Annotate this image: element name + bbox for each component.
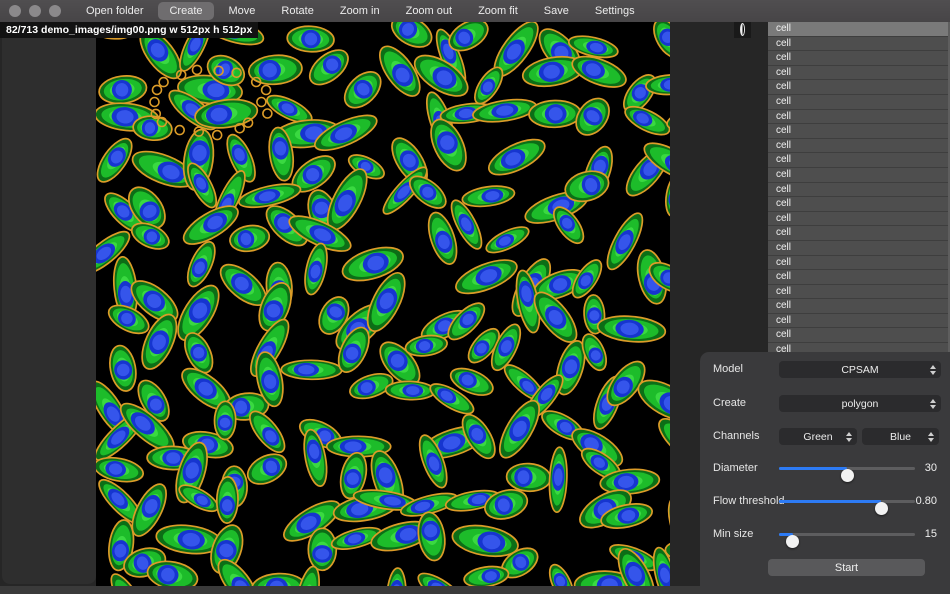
segmentation-panel: Model CPSAM Create polygon Channels Gree… [700, 352, 950, 594]
channel-1-select[interactable]: Green [779, 428, 857, 445]
flow-threshold-value: 0.80 [897, 495, 937, 507]
mask-list-item[interactable]: cell [768, 226, 950, 241]
toolbar: Open folderCreate MoveRotate Zoom inZoom o… [75, 2, 646, 20]
channel-2-value: Blue [890, 431, 911, 443]
flow-threshold-slider[interactable] [779, 500, 915, 503]
mask-list-item[interactable]: cell [768, 95, 950, 110]
model-select-value: CPSAM [841, 364, 878, 376]
model-select[interactable]: CPSAM [779, 361, 941, 378]
mask-list-item[interactable]: cell [768, 183, 950, 198]
diameter-slider-handle[interactable] [841, 469, 854, 482]
model-row: Model CPSAM [713, 361, 937, 378]
model-label: Model [713, 363, 743, 375]
zoom-window-button[interactable] [49, 5, 61, 17]
min-size-label: Min size [713, 528, 753, 540]
mask-list-item[interactable]: cell [768, 51, 950, 66]
updown-chevron-icon [930, 365, 936, 375]
diameter-row: Diameter 30 [713, 460, 937, 477]
flow-threshold-slider-handle[interactable] [875, 502, 888, 515]
toolbar-button-create[interactable]: Create [158, 2, 213, 20]
channels-row: Channels Green Blue [713, 428, 937, 445]
mask-list-item[interactable]: cell [768, 124, 950, 139]
contrast-toggle-button[interactable] [734, 21, 751, 38]
toolbar-button-zoom-fit[interactable]: Zoom fit [467, 2, 529, 20]
channel-2-select[interactable]: Blue [862, 428, 939, 445]
image-status-label: 82/713 demo_images/img00.png w 512px h 5… [0, 22, 258, 38]
updown-chevron-icon [846, 432, 852, 442]
mask-list-item[interactable]: cell [768, 241, 950, 256]
mask-list-item[interactable]: cell [768, 212, 950, 227]
create-label: Create [713, 397, 746, 409]
cell-image-canvas[interactable] [96, 22, 670, 586]
flow-threshold-label: Flow threshold [713, 495, 785, 507]
toolbar-button-zoom-out[interactable]: Zoom out [395, 2, 463, 20]
mask-list-item[interactable]: cell [768, 153, 950, 168]
updown-chevron-icon [930, 399, 936, 409]
channel-1-value: Green [803, 431, 832, 443]
mask-list-item[interactable]: cell [768, 110, 950, 125]
min-size-row: Min size 15 [713, 526, 937, 543]
mask-list-item[interactable]: cell [768, 168, 950, 183]
create-select[interactable]: polygon [779, 395, 941, 412]
toolbar-button-move[interactable]: Move [218, 2, 267, 20]
contrast-icon [740, 23, 745, 36]
mask-list-item[interactable]: cell [768, 197, 950, 212]
create-row: Create polygon [713, 395, 937, 412]
mask-list-item[interactable]: cell [768, 66, 950, 81]
mask-color-swatch[interactable] [752, 22, 767, 37]
start-button[interactable]: Start [768, 559, 925, 576]
mask-list-item[interactable]: cell [768, 80, 950, 95]
window-controls [9, 5, 61, 17]
toolbar-button-rotate[interactable]: Rotate [270, 2, 324, 20]
mask-list-item[interactable]: cell [768, 299, 950, 314]
mask-list-item[interactable]: cell [768, 270, 950, 285]
mask-list-item[interactable]: cell [768, 314, 950, 329]
mask-list-item[interactable]: cell [768, 22, 950, 37]
flow-threshold-row: Flow threshold 0.80 [713, 493, 937, 510]
toolbar-button-zoom-in[interactable]: Zoom in [329, 2, 391, 20]
toolbar-button-open-folder[interactable]: Open folder [75, 2, 154, 20]
mask-list-item[interactable]: cell [768, 256, 950, 271]
close-button[interactable] [9, 5, 21, 17]
left-panel [2, 22, 96, 584]
diameter-slider-fill [779, 467, 847, 470]
mask-list-item[interactable]: cell [768, 37, 950, 52]
flow-threshold-slider-fill [779, 500, 881, 503]
app-window: Open folderCreateMoveRotateZoom inZoom o… [0, 0, 950, 594]
diameter-value: 30 [897, 462, 937, 474]
toolbar-button-settings[interactable]: Settings [584, 2, 646, 20]
channels-label: Channels [713, 430, 759, 442]
mask-list-item[interactable]: cell [768, 139, 950, 154]
minimize-button[interactable] [29, 5, 41, 17]
min-size-value: 15 [897, 528, 937, 540]
mask-rows: cellcellcellcellcellcellcellcellcellcell… [768, 22, 950, 372]
min-size-slider-handle[interactable] [786, 535, 799, 548]
create-select-value: polygon [842, 398, 879, 410]
mask-list-item[interactable]: cell [768, 328, 950, 343]
toolbar-button-save[interactable]: Save [533, 2, 580, 20]
mask-list-item[interactable]: cell [768, 285, 950, 300]
updown-chevron-icon [928, 432, 934, 442]
titlebar: Open folderCreate MoveRotate Zoom inZoom o… [0, 0, 950, 22]
diameter-label: Diameter [713, 462, 758, 474]
min-size-slider[interactable] [779, 533, 915, 536]
